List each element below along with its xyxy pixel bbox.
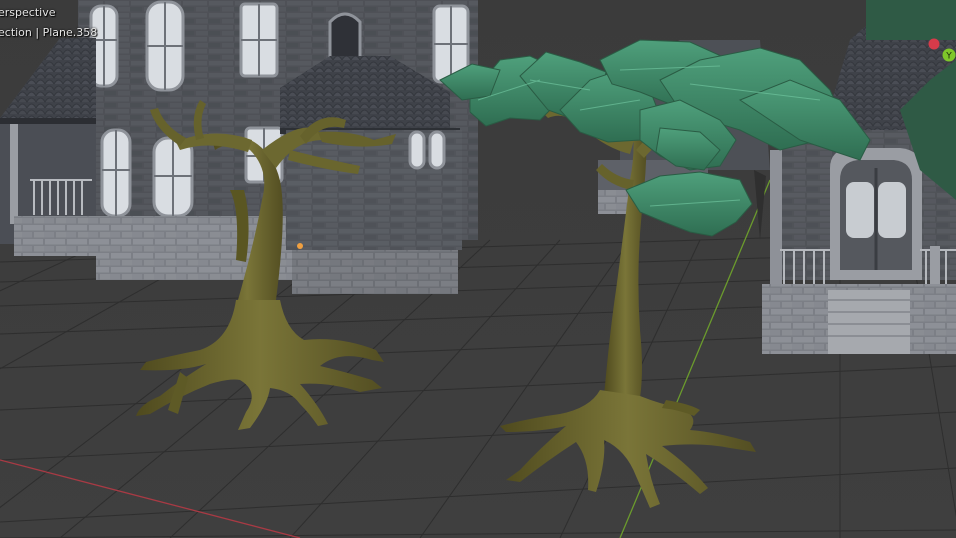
- collection-object-label: ection | Plane.358: [0, 26, 98, 39]
- scene-render[interactable]: [0, 0, 956, 538]
- view-mode-label: erspective: [0, 6, 56, 19]
- 3d-viewport[interactable]: erspective ection | Plane.358 Y: [0, 0, 956, 538]
- y-axis-gizmo-label: Y: [945, 52, 952, 62]
- navigation-gizmo[interactable]: Y: [922, 36, 956, 66]
- x-axis-gizmo-icon[interactable]: [928, 38, 940, 50]
